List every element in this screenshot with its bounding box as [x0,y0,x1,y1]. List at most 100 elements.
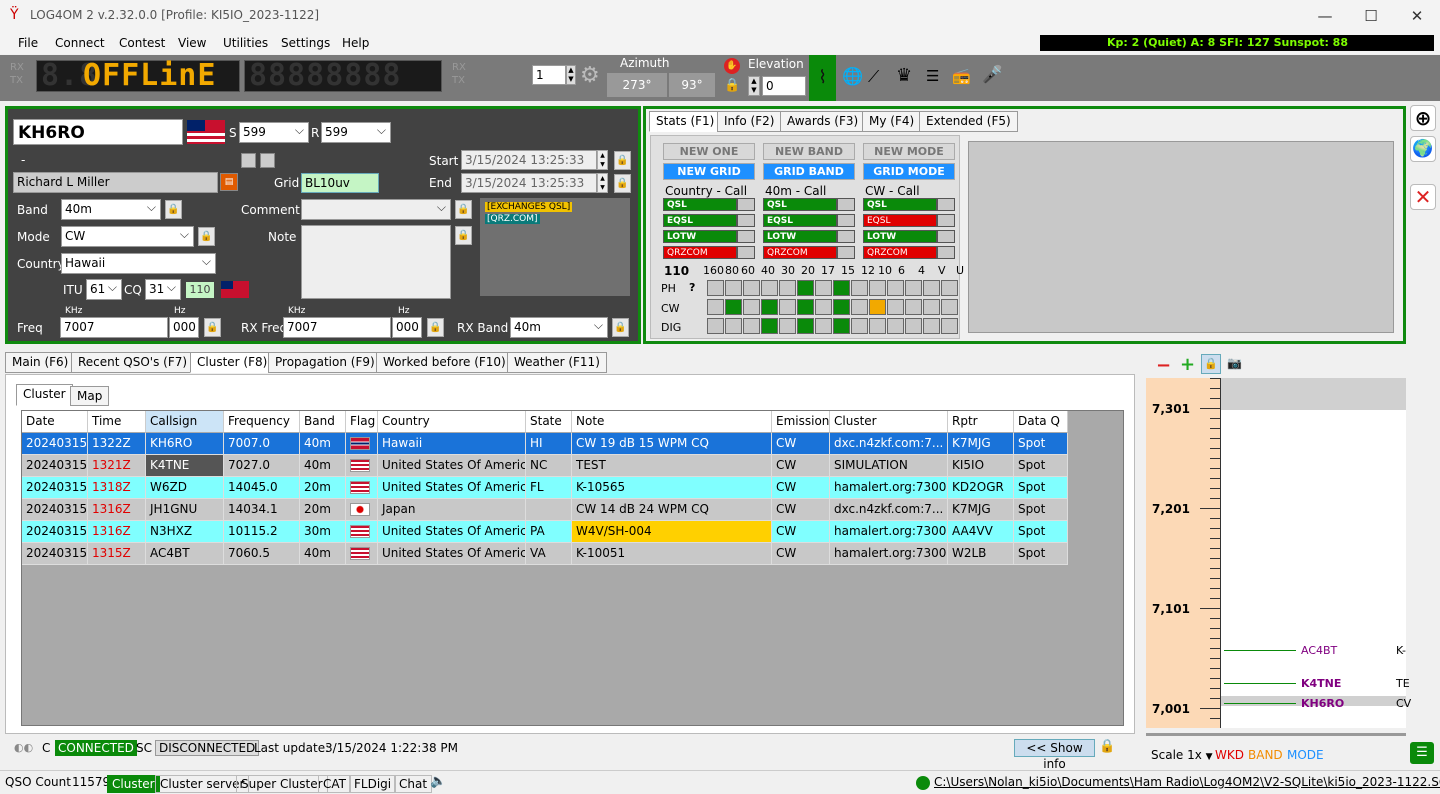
cell-time[interactable]: 1315Z [88,543,146,565]
cell-date[interactable]: 20240315 [22,455,88,477]
menu-help[interactable]: Help [342,36,369,50]
start-lock-icon[interactable]: 🔒 [614,151,631,170]
cell-frequency[interactable]: 7060.5 [224,543,300,565]
cluster-connected-badge[interactable]: CONNECTED [55,740,137,756]
bandmap-camera-icon[interactable]: 📷 [1227,356,1242,370]
cell-rptr[interactable]: W2LB [948,543,1014,565]
column-header-cluster[interactable]: Cluster [830,411,948,433]
super-cluster-disconnected-badge[interactable]: DISCONNECTED [155,740,260,756]
cell-band[interactable]: 20m [300,499,346,521]
speaker-icon[interactable]: 🔈 [430,774,446,789]
minimize-button[interactable]: — [1302,0,1348,32]
cell-date[interactable]: 20240315 [22,433,88,455]
cell-cluster[interactable]: hamalert.org:7300 [830,543,948,565]
cell-cluster[interactable]: hamalert.org:7300 [830,477,948,499]
cell-rptr[interactable]: K7MJG [948,433,1014,455]
close-window-button[interactable]: ✕ [1394,0,1440,32]
tab-worked-before[interactable]: Worked before (F10) [376,352,513,373]
cell-note[interactable]: K-10051 [572,543,772,565]
cell-callsign[interactable]: K4TNE [146,455,224,477]
elevation-input[interactable]: 0 [762,76,806,96]
zoom-in-icon[interactable]: + [1180,354,1195,375]
server-icon[interactable]: ☰ [926,67,939,85]
rst-sent-select[interactable]: 599 [239,122,309,143]
comment-input[interactable] [301,199,451,220]
cell-band[interactable]: 40m [300,455,346,477]
cell-frequency[interactable]: 10115.2 [224,521,300,543]
cell-state[interactable]: VA [526,543,572,565]
cell-emission[interactable]: CW [772,499,830,521]
cell-frequency[interactable]: 7027.0 [224,455,300,477]
cell-country[interactable]: Japan [378,499,526,521]
cell-country[interactable]: Hawaii [378,433,526,455]
tab-recent-qsos[interactable]: Recent QSO's (F7) [71,352,195,373]
status-chat[interactable]: Chat [394,775,433,793]
tab-info[interactable]: Info (F2) [717,111,782,132]
cell-callsign[interactable]: JH1GNU [146,499,224,521]
flag-us-icon[interactable] [346,455,378,477]
cell-date[interactable]: 20240315 [22,499,88,521]
bandmap-settings-icon[interactable]: ☰ [1410,742,1434,764]
flag-us-icon[interactable] [346,521,378,543]
column-header-band[interactable]: Band [300,411,346,433]
cell-note[interactable]: CW 19 dB 15 WPM CQ [572,433,772,455]
show-info-button[interactable]: << Show info [1014,739,1095,771]
cell-emission[interactable]: CW [772,521,830,543]
cell-data-q[interactable]: Spot [1014,543,1068,565]
bandmap-scrollbar[interactable] [1146,733,1406,736]
antenna-icon[interactable]: ⟋ [868,67,879,87]
vfo-spinner[interactable]: ▲ ▼ [566,65,576,85]
flag-us-icon[interactable] [346,477,378,499]
stop-rotator-icon[interactable]: ✋ [724,58,740,74]
rss-icon[interactable]: ⌇ [809,55,836,101]
clear-icon[interactable]: ✕ [1410,184,1436,210]
option-box-1[interactable] [241,153,256,168]
end-time-spinner[interactable]: ▲ ▼ [597,173,608,193]
menu-contest[interactable]: Contest [119,36,165,50]
column-header-state[interactable]: State [526,411,572,433]
globe-icon[interactable]: 🌐 [842,67,863,87]
operator-name-input[interactable]: Richard L Miller [13,172,218,193]
cell-cluster[interactable]: dxc.n4zkf.com:7... [830,433,948,455]
cell-callsign[interactable]: W6ZD [146,477,224,499]
cell-date[interactable]: 20240315 [22,521,88,543]
cell-cluster[interactable]: hamalert.org:7300 [830,521,948,543]
cluster-lock-icon[interactable]: 🔒 [1099,739,1115,754]
cell-band[interactable]: 20m [300,477,346,499]
cell-band[interactable]: 40m [300,543,346,565]
cell-country[interactable]: United States Of America [378,477,526,499]
cell-band[interactable]: 40m [300,433,346,455]
end-lock-icon[interactable]: 🔒 [614,174,631,193]
cell-cluster[interactable]: SIMULATION [830,455,948,477]
mode-select[interactable]: CW [61,226,194,247]
column-header-callsign[interactable]: Callsign [146,411,224,433]
cell-note[interactable]: W4V/SH-004 [572,521,772,543]
cell-time[interactable]: 1316Z [88,521,146,543]
grid-input[interactable]: BL10uv [301,173,379,193]
cell-rptr[interactable]: AA4VV [948,521,1014,543]
crown-icon[interactable]: ♛ [896,65,912,86]
bandmap-wkd-label[interactable]: WKD [1215,748,1244,762]
column-header-country[interactable]: Country [378,411,526,433]
tab-weather[interactable]: Weather (F11) [507,352,607,373]
cell-callsign[interactable]: AC4BT [146,543,224,565]
help-icon[interactable]: ? [689,281,701,294]
cell-time[interactable]: 1318Z [88,477,146,499]
freq-input[interactable]: 7007 [60,317,168,338]
status-cluster[interactable]: Cluster [107,775,160,793]
zoom-out-icon[interactable]: − [1156,355,1171,376]
bandmap-spot-ac4bt[interactable]: AC4BT [1301,644,1337,657]
microphone-icon[interactable]: 🎤 [982,65,1003,85]
status-fldigi[interactable]: FLDigi [349,775,397,793]
cell-frequency[interactable]: 14034.1 [224,499,300,521]
column-header-data-q[interactable]: Data Q [1014,411,1068,433]
tab-propagation[interactable]: Propagation (F9) [268,352,382,373]
cell-data-q[interactable]: Spot [1014,477,1068,499]
cell-rptr[interactable]: KD2OGR [948,477,1014,499]
bandmap-scale-select[interactable]: Scale 1x ▼ [1151,748,1213,762]
cell-data-q[interactable]: Spot [1014,455,1068,477]
cell-rptr[interactable]: K7MJG [948,499,1014,521]
cell-date[interactable]: 20240315 [22,543,88,565]
tab-awards[interactable]: Awards (F3) [780,111,866,132]
country-select[interactable]: Hawaii [61,253,216,274]
